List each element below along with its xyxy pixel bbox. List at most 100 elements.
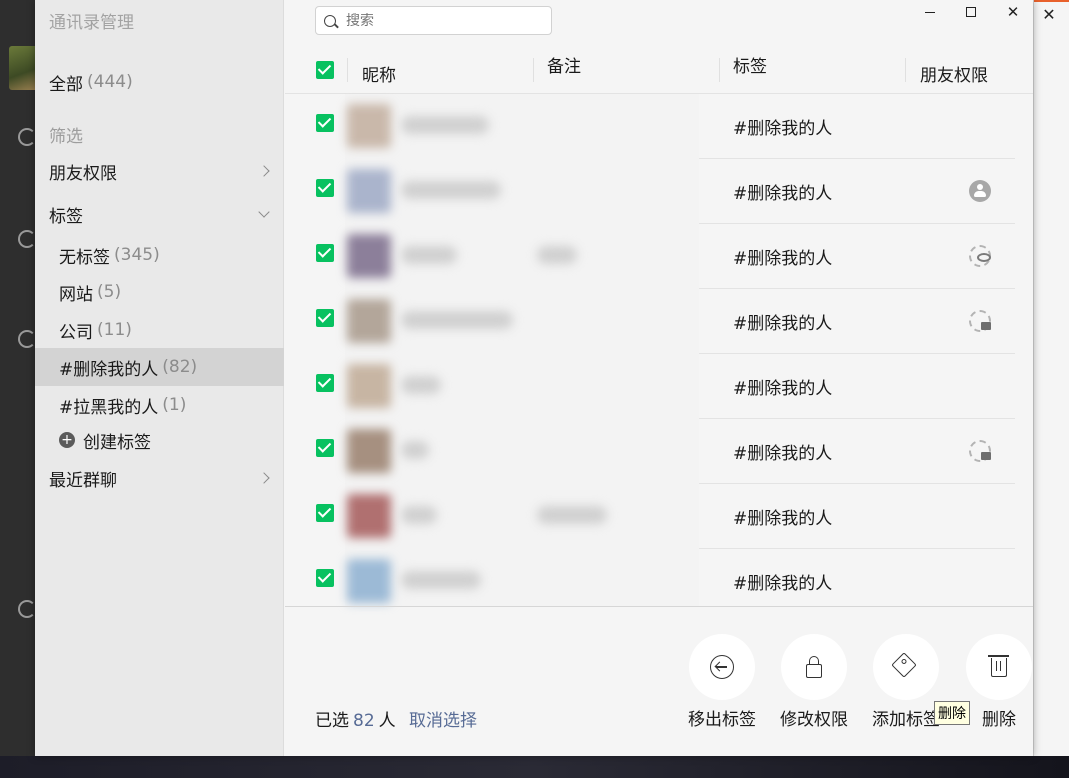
tag-cell: #删除我的人 [733, 119, 833, 139]
row-checkbox[interactable] [316, 114, 334, 132]
minimize-icon [925, 11, 935, 13]
avatar [347, 299, 391, 343]
modify-permission-button[interactable]: 修改权限 [769, 634, 859, 730]
nickname-blurred [401, 116, 489, 134]
avatar [347, 429, 391, 473]
column-header-nickname[interactable]: 昵称 [362, 61, 396, 86]
lock-icon [969, 310, 991, 332]
sidebar-item-tag[interactable]: #拉黑我的人 (1) [35, 387, 284, 423]
sidebar-item-tag-selected[interactable]: #删除我的人 (82) [35, 348, 284, 386]
row-checkbox[interactable] [316, 504, 334, 522]
background-close-icon[interactable]: ✕ [1040, 6, 1058, 24]
maximize-button[interactable] [951, 0, 991, 24]
table-row[interactable]: #删除我的人 [285, 354, 1033, 419]
tag-cell: #删除我的人 [733, 249, 833, 269]
tag-label: 无标签 [59, 247, 110, 268]
table-row[interactable]: #删除我的人 [285, 224, 1033, 289]
sidebar-item-tags[interactable]: 标签 [35, 196, 284, 232]
filter-heading: 筛选 [49, 127, 83, 147]
selection-status: 已选 82 人 取消选择 [315, 706, 477, 731]
selected-count: 82 [353, 711, 375, 731]
tag-cell: #删除我的人 [733, 444, 833, 464]
maximize-icon [966, 7, 976, 17]
column-header-remark[interactable]: 备注 [547, 52, 581, 77]
tag-cell: #删除我的人 [733, 379, 833, 399]
row-checkbox[interactable] [316, 244, 334, 262]
selected-suffix: 人 [378, 711, 396, 731]
action-circle[interactable] [966, 634, 1032, 700]
row-checkbox[interactable] [316, 569, 334, 587]
row-checkbox[interactable] [316, 179, 334, 197]
table-row[interactable]: #删除我的人 [285, 94, 1033, 159]
chevron-right-icon [258, 165, 270, 177]
search-input[interactable] [346, 12, 536, 29]
search-box[interactable] [315, 6, 552, 35]
column-header-tag[interactable]: 标签 [733, 52, 767, 77]
tag-cell: #删除我的人 [733, 184, 833, 204]
contact-info-blurred [345, 289, 699, 354]
contact-info-blurred [345, 94, 699, 159]
deselect-link[interactable]: 取消选择 [409, 711, 477, 731]
row-checkbox[interactable] [316, 439, 334, 457]
contact-info-blurred [345, 549, 699, 606]
tag-count: (345) [114, 245, 160, 265]
sidebar-item-count: (444) [87, 72, 133, 92]
background-app-sidebar [0, 0, 36, 778]
table-row[interactable]: #删除我的人 [285, 289, 1033, 354]
tag-label: 公司 [59, 322, 93, 343]
action-circle[interactable] [873, 634, 939, 700]
sidebar-item-friend-permission[interactable]: 朋友权限 [35, 153, 284, 189]
chat-icon [18, 128, 36, 146]
tag-count: (1) [162, 395, 187, 415]
avatar [347, 364, 391, 408]
row-checkbox[interactable] [316, 374, 334, 392]
nickname-blurred [401, 441, 429, 459]
trash-icon [988, 655, 1009, 677]
close-button[interactable]: ✕ [993, 0, 1033, 24]
avatar [347, 169, 391, 213]
sidebar-item-recent-groups[interactable]: 最近群聊 [35, 460, 284, 496]
sidebar-item-tag[interactable]: 无标签 (345) [35, 237, 284, 273]
nickname-blurred [401, 571, 481, 589]
minimize-button[interactable] [910, 0, 950, 24]
arrow-left-circle-icon [710, 655, 734, 679]
background-wallpaper [0, 756, 1069, 778]
nickname-blurred [401, 311, 513, 329]
list-divider [285, 606, 1033, 607]
select-all-checkbox[interactable] [316, 61, 334, 79]
table-row[interactable]: #删除我的人 [285, 159, 1033, 224]
action-circle[interactable] [781, 634, 847, 700]
selected-prefix: 已选 [315, 711, 349, 731]
search-icon [324, 14, 336, 27]
close-icon: ✕ [1006, 2, 1020, 21]
chevron-down-icon [258, 205, 270, 218]
nickname-blurred [401, 376, 441, 394]
box-icon [18, 230, 36, 248]
table-row[interactable]: #删除我的人 [285, 549, 1033, 606]
contacts-manager-dialog: 通讯录管理 全部 (444) 筛选 朋友权限 标签 无标签 (345) 网站 (… [35, 0, 1033, 756]
column-divider [533, 58, 534, 82]
sidebar-item-tag[interactable]: 网站 (5) [35, 274, 284, 310]
tag-label: #删除我的人 [59, 359, 159, 380]
sidebar-item-tag[interactable]: 公司 (11) [35, 312, 284, 348]
sidebar-item-label: 标签 [49, 206, 83, 227]
sidebar: 通讯录管理 全部 (444) 筛选 朋友权限 标签 无标签 (345) 网站 (… [35, 0, 284, 756]
music-icon [18, 600, 36, 618]
avatar [347, 494, 391, 538]
column-divider [347, 58, 348, 82]
dialog-title: 通讯录管理 [49, 13, 134, 33]
tag-count: (5) [97, 282, 122, 302]
action-circle[interactable] [689, 634, 755, 700]
create-tag-button[interactable]: + 创建标签 [35, 422, 284, 458]
sidebar-item-all[interactable]: 全部 (444) [35, 64, 284, 100]
row-checkbox[interactable] [316, 309, 334, 327]
table-row[interactable]: #删除我的人 [285, 419, 1033, 484]
tag-cell: #删除我的人 [733, 314, 833, 334]
column-header-permission[interactable]: 朋友权限 [920, 61, 988, 86]
table-row[interactable]: #删除我的人 [285, 484, 1033, 549]
contact-info-blurred [345, 419, 699, 484]
contact-info-blurred [345, 224, 699, 289]
avatar [347, 104, 391, 148]
avatar [347, 559, 391, 603]
remove-tag-button[interactable]: 移出标签 [677, 634, 767, 730]
